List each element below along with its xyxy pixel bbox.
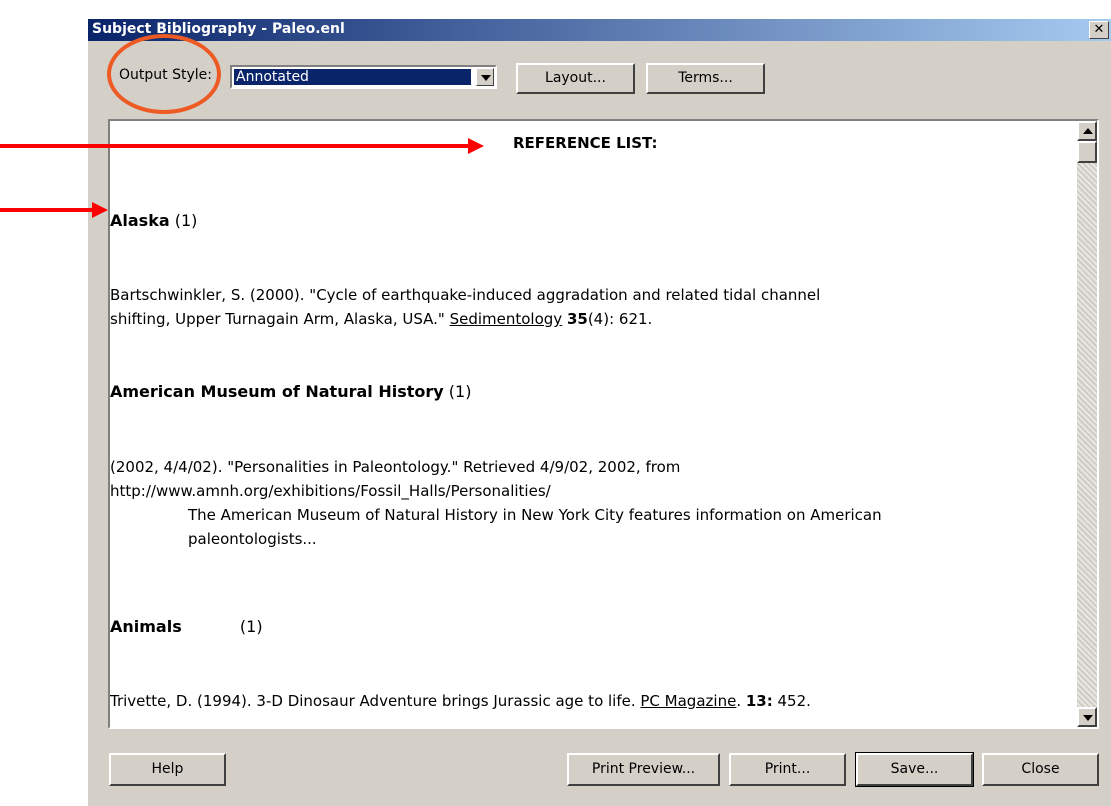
- reference-line: Bartschwinkler, S. (2000). "Cycle of ear…: [110, 286, 821, 304]
- save-button[interactable]: Save...: [855, 752, 974, 787]
- title-bar[interactable]: Subject Bibliography - Paleo.enl ✕: [88, 19, 1111, 41]
- print-preview-button[interactable]: Print Preview...: [567, 753, 720, 786]
- print-button[interactable]: Print...: [729, 753, 846, 786]
- scroll-thumb[interactable]: [1077, 141, 1097, 163]
- journal-title: PC Magazine: [640, 692, 737, 710]
- subject-term: Animals: [110, 617, 182, 636]
- arrow-head-icon: [92, 202, 108, 218]
- annotation-arrow-heading: [0, 202, 108, 218]
- arrow-up-icon: [1083, 128, 1093, 134]
- scroll-up-button[interactable]: [1077, 121, 1097, 141]
- reference-list-content: REFERENCE LIST: Alaska (1) Bartschwinkle…: [110, 121, 1077, 727]
- reference-text: Trivette, D. (1994). 3-D Dinosaur Advent…: [110, 692, 641, 710]
- annotation-note: paleontologists...: [188, 530, 317, 548]
- close-button[interactable]: Close: [982, 753, 1099, 786]
- layout-button[interactable]: Layout...: [516, 63, 635, 94]
- output-style-select[interactable]: Annotated: [230, 65, 497, 89]
- subject-heading-amnh: American Museum of Natural History (1): [110, 382, 471, 401]
- help-button[interactable]: Help: [109, 753, 226, 786]
- annotation-arrow-header: [0, 138, 484, 154]
- window-title: Subject Bibliography - Paleo.enl: [92, 21, 345, 37]
- volume: 35: [566, 310, 588, 328]
- dropdown-button[interactable]: [476, 68, 494, 86]
- subject-heading-animals: Animals (1): [110, 617, 263, 636]
- reference-text: shifting, Upper Turnagain Arm, Alaska, U…: [110, 310, 450, 328]
- reference-line: shifting, Upper Turnagain Arm, Alaska, U…: [110, 310, 652, 328]
- close-icon[interactable]: ✕: [1089, 21, 1109, 39]
- reference-text: .: [736, 692, 746, 710]
- scroll-down-button[interactable]: [1077, 707, 1097, 727]
- reference-list-textbox[interactable]: REFERENCE LIST: Alaska (1) Bartschwinkle…: [108, 119, 1099, 729]
- subject-heading-alaska: Alaska (1): [110, 211, 197, 230]
- volume: 13:: [745, 692, 773, 710]
- vertical-scrollbar[interactable]: [1077, 121, 1097, 727]
- reference-text: 452.: [772, 692, 811, 710]
- chevron-down-icon: [481, 75, 491, 81]
- annotation-circle: [107, 34, 221, 114]
- reference-line: (2002, 4/4/02). "Personalities in Paleon…: [110, 458, 681, 476]
- subject-count: (1): [239, 617, 263, 636]
- reference-list-header: REFERENCE LIST:: [513, 134, 658, 152]
- reference-text: (4): 621.: [587, 310, 653, 328]
- subject-term: Alaska: [110, 211, 170, 230]
- subject-bibliography-dialog: Subject Bibliography - Paleo.enl ✕ Outpu…: [88, 19, 1111, 806]
- annotation-note: The American Museum of Natural History i…: [188, 506, 882, 524]
- terms-button[interactable]: Terms...: [646, 63, 765, 94]
- subject-term: American Museum of Natural History: [110, 382, 444, 401]
- arrow-down-icon: [1083, 715, 1093, 721]
- arrow-head-icon: [468, 138, 484, 154]
- journal-title: Sedimentology: [449, 310, 563, 328]
- reference-line: http://www.amnh.org/exhibitions/Fossil_H…: [110, 482, 551, 500]
- subject-count: (1): [174, 211, 198, 230]
- subject-count: (1): [448, 382, 472, 401]
- reference-line: Trivette, D. (1994). 3-D Dinosaur Advent…: [110, 692, 811, 710]
- output-style-value: Annotated: [234, 69, 471, 85]
